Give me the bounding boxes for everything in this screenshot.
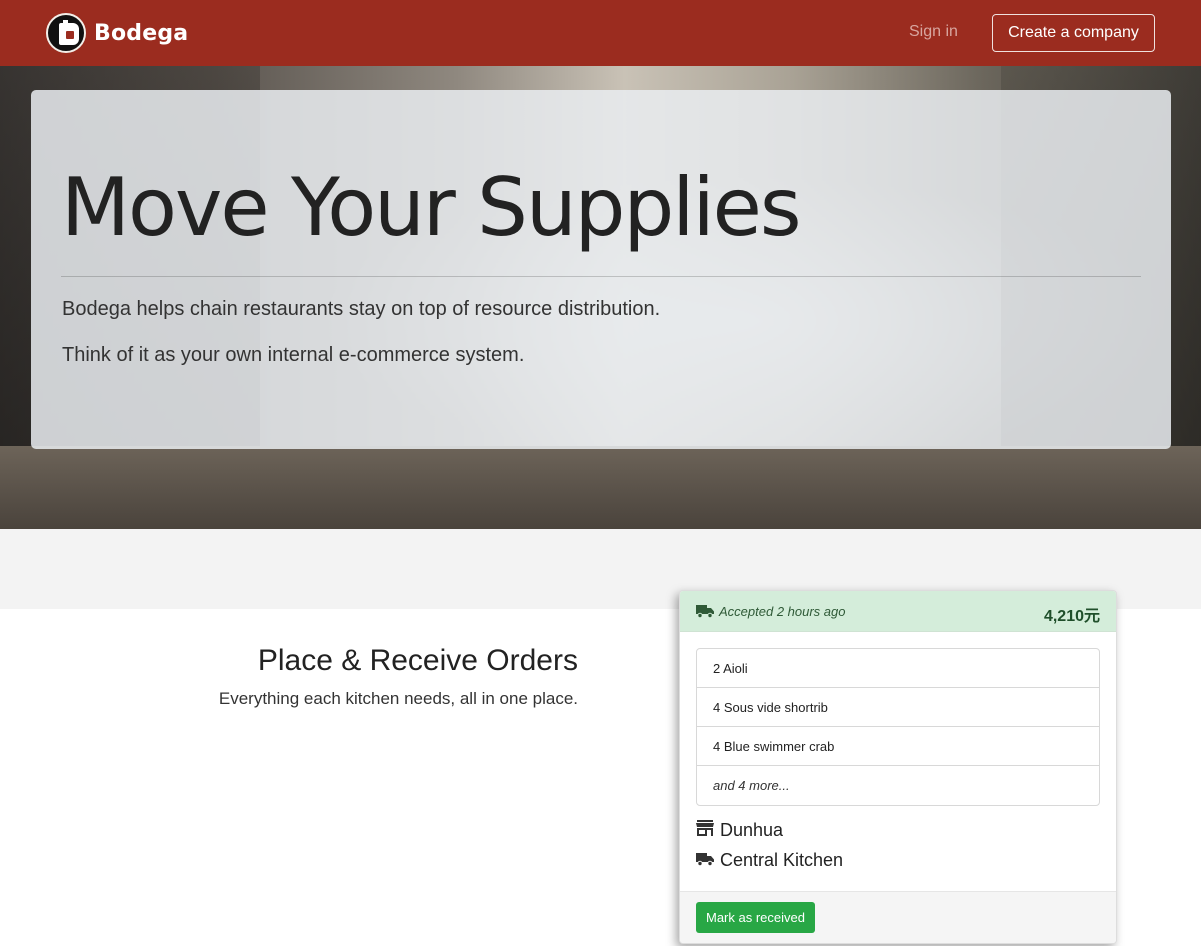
hero-lead-2: Think of it as your own internal e-comme…: [62, 344, 525, 366]
hero-jumbotron: Move Your Supplies Bodega helps chain re…: [31, 90, 1171, 449]
hero-lead-1: Bodega helps chain restaurants stay on t…: [62, 298, 661, 320]
hero-divider: [61, 276, 1141, 277]
navbar: Bodega Sign in Create a company: [0, 0, 1201, 66]
hero-title: Move Your Supplies: [61, 161, 802, 254]
order-card: Accepted 2 hours ago 4,210元 2 Aioli 4 So…: [679, 590, 1117, 944]
truck-icon: [696, 850, 714, 871]
order-card-footer: Mark as received: [680, 891, 1116, 943]
feature-subtitle: Everything each kitchen needs, all in on…: [218, 689, 578, 708]
destination-location: Central Kitchen: [696, 850, 843, 871]
origin-location: Dunhua: [696, 820, 783, 841]
order-status: Accepted 2 hours ago: [719, 604, 846, 619]
store-icon: [696, 820, 714, 841]
list-item: 4 Blue swimmer crab: [697, 727, 1099, 766]
bodega-logo-icon: [46, 13, 86, 53]
list-item: 4 Sous vide shortrib: [697, 688, 1099, 727]
truck-icon: [696, 604, 714, 623]
brand-name: Bodega: [94, 20, 189, 46]
brand-link[interactable]: Bodega: [46, 13, 188, 53]
create-company-button[interactable]: Create a company: [992, 14, 1155, 52]
order-card-header: Accepted 2 hours ago 4,210元: [680, 591, 1116, 632]
order-items-list: 2 Aioli 4 Sous vide shortrib 4 Blue swim…: [696, 648, 1100, 806]
sign-in-link[interactable]: Sign in: [909, 23, 958, 41]
feature-title: Place & Receive Orders: [257, 644, 578, 677]
hero-banner: Move Your Supplies Bodega helps chain re…: [0, 66, 1201, 529]
destination-name: Central Kitchen: [720, 850, 844, 870]
order-amount: 4,210元: [1043, 608, 1100, 625]
mark-as-received-button[interactable]: Mark as received: [696, 902, 815, 933]
more-items: and 4 more...: [713, 778, 790, 793]
list-item: 2 Aioli: [697, 649, 1099, 688]
origin-name: Dunhua: [720, 820, 784, 840]
